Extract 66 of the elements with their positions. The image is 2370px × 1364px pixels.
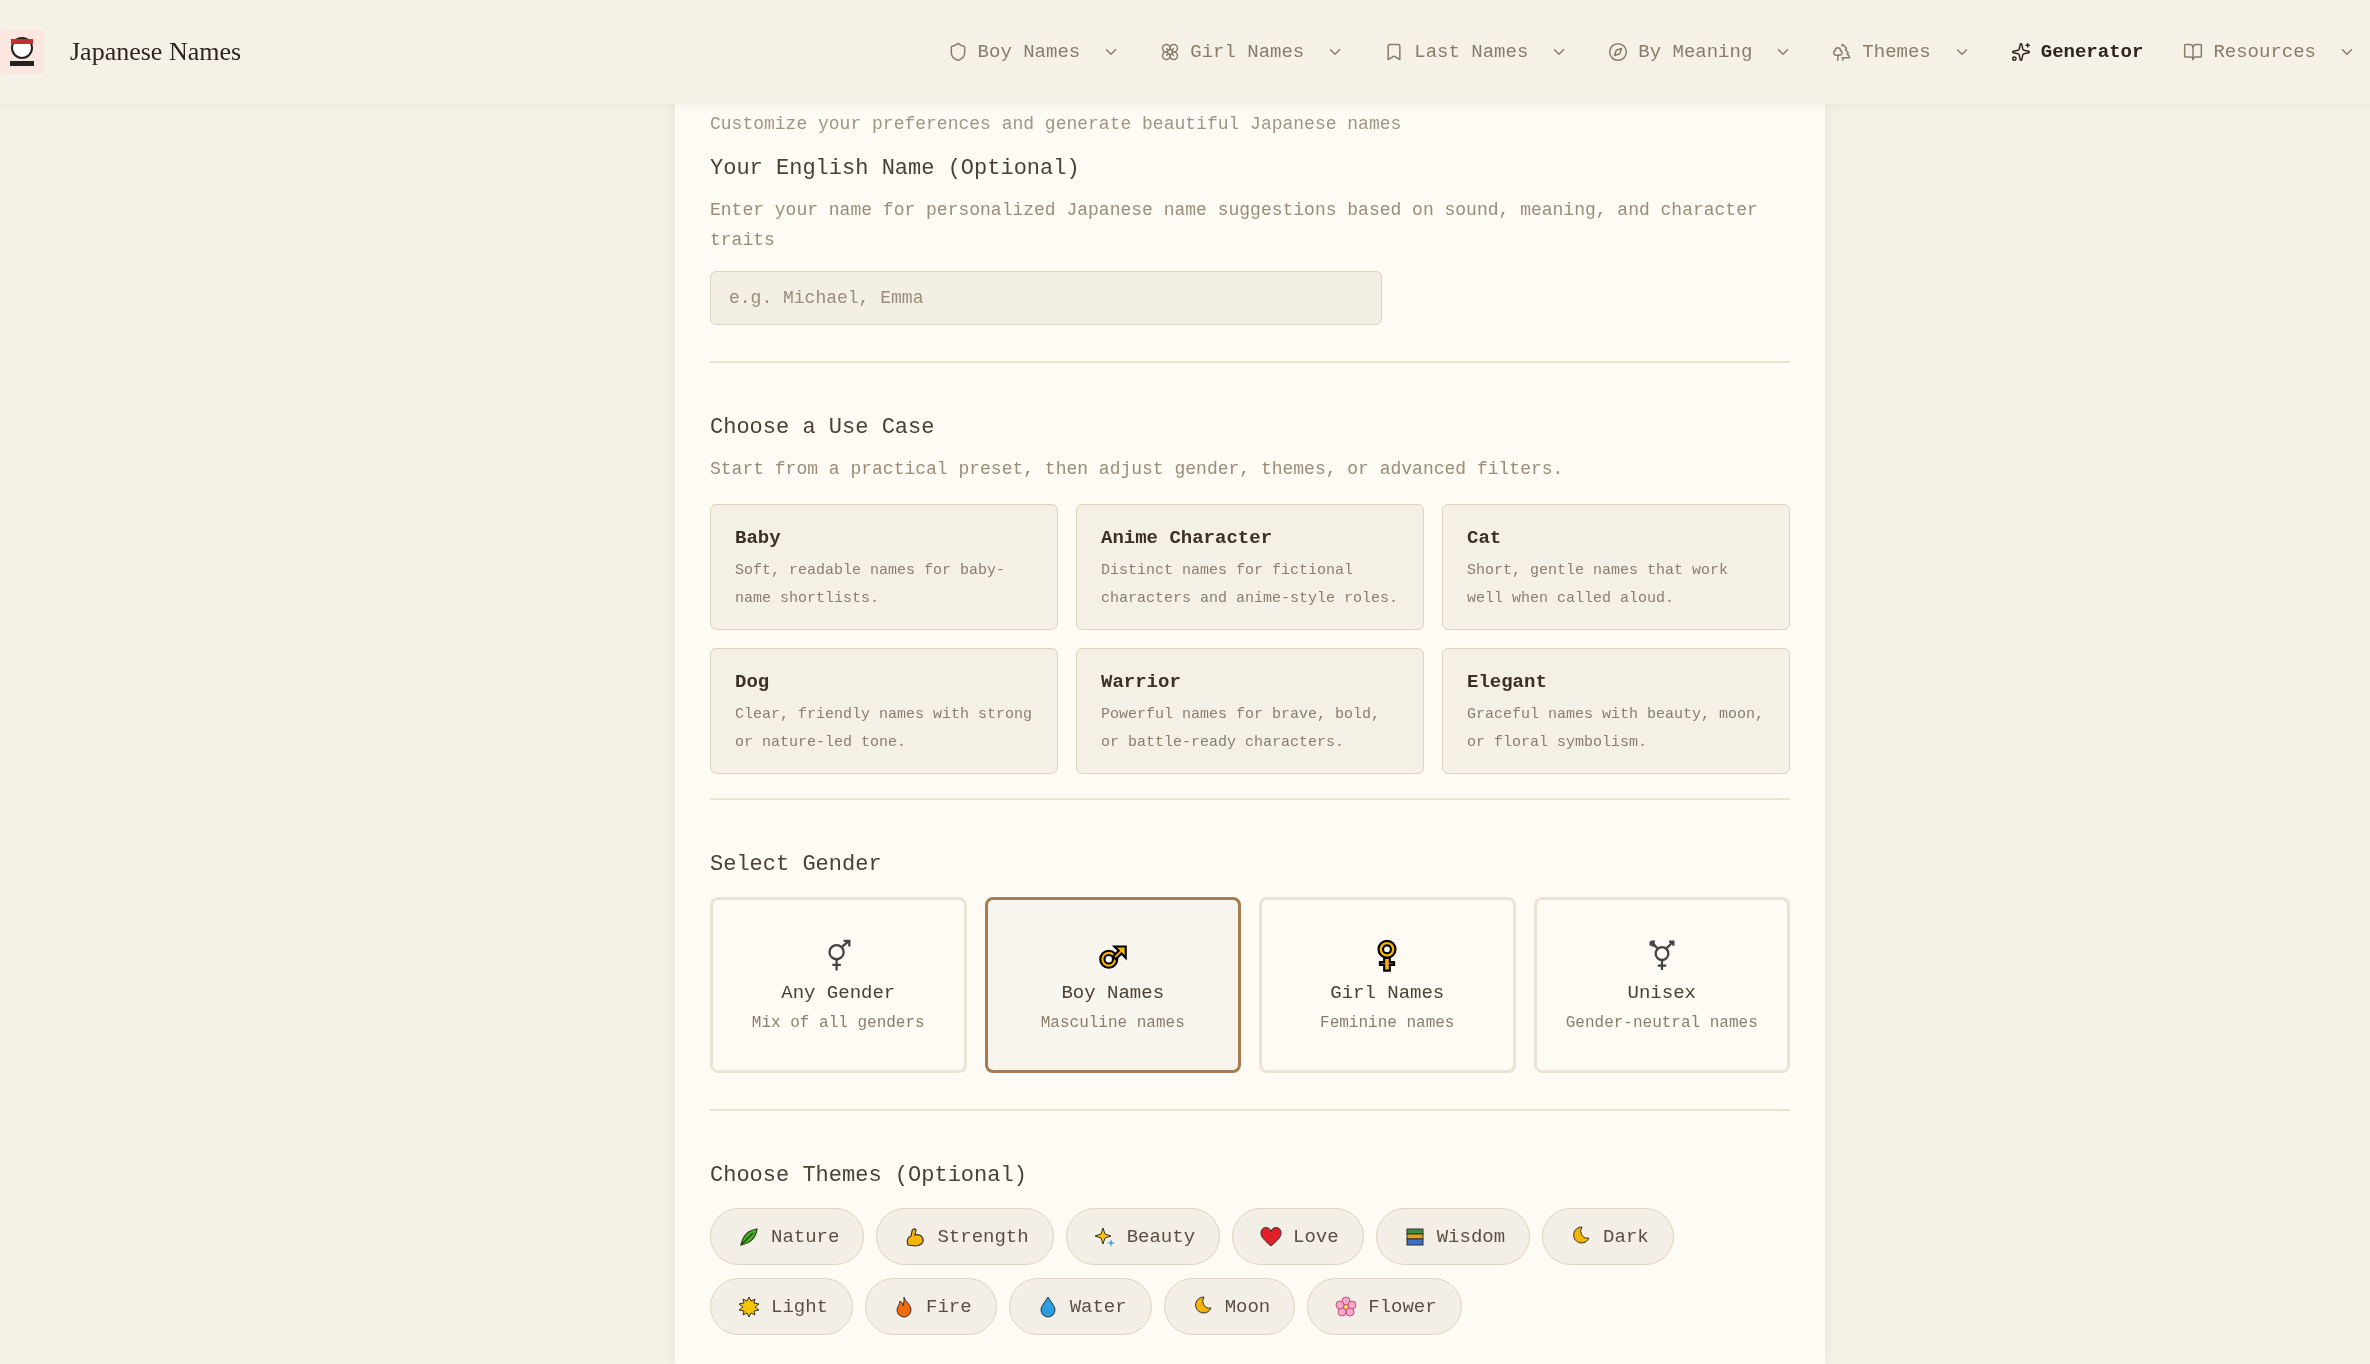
nav-link[interactable]: Generator xyxy=(2010,41,2144,63)
option-description: Mix of all genders xyxy=(751,1014,925,1032)
card-title: Dog xyxy=(735,671,771,693)
card-description: Short, gentle names that work well when called aloud. xyxy=(1467,561,1730,609)
card-title: Warrior xyxy=(1101,671,1182,693)
blossom-icon xyxy=(1334,1294,1359,1319)
theme-chip[interactable]: Light xyxy=(710,1278,853,1335)
theme-chip[interactable]: Beauty xyxy=(1065,1208,1221,1265)
nav-link[interactable]: Resources xyxy=(2183,41,2356,63)
use-case-card[interactable]: Baby Soft, readable names for baby-name shortlists. xyxy=(710,504,1058,630)
theme-chip[interactable]: Flower xyxy=(1307,1278,1462,1335)
section-title: Select Gender xyxy=(710,852,883,877)
card-title: Cat xyxy=(1467,527,1503,549)
gender-option[interactable]: Boy Names Masculine names xyxy=(984,897,1241,1073)
card-description: Graceful names with beauty, moon, or floral symbolism. xyxy=(1467,705,1765,753)
gender-option[interactable]: Girl Names Feminine names xyxy=(1259,897,1516,1073)
theme-chip[interactable]: Water xyxy=(1008,1278,1152,1335)
section-description: Start from a practical preset, then adjust gender, themes, or advanced filters. xyxy=(710,458,1565,481)
nav-link[interactable]: Themes xyxy=(1832,41,1971,63)
gender-option[interactable]: Any Gender Mix of all genders xyxy=(710,897,967,1073)
theme-chip[interactable]: Wisdom xyxy=(1375,1208,1531,1265)
option-description: Feminine names xyxy=(1320,1014,1455,1032)
card-description: Powerful names for brave, bold, or battle-ready characters. xyxy=(1101,705,1382,753)
option-description: Masculine names xyxy=(1040,1014,1185,1032)
theme-chip[interactable]: Nature xyxy=(710,1208,865,1265)
card-title: Anime Character xyxy=(1101,527,1274,549)
section-description: Enter your name for personalized Japanese name suggestions based on sound, meaning, and character traits xyxy=(710,199,1759,252)
nav-link[interactable]: Boy Names xyxy=(947,41,1121,63)
option-label: Any Gender xyxy=(781,982,896,1004)
book-icon xyxy=(2183,42,2204,62)
section-title: Your English Name (Optional) xyxy=(710,156,1081,181)
trees-icon xyxy=(1832,42,1853,62)
theme-chip[interactable]: Fire xyxy=(865,1278,997,1335)
flower-icon xyxy=(1160,42,1181,62)
theme-chip[interactable]: Strength xyxy=(876,1208,1054,1265)
card-title: Baby xyxy=(735,527,782,549)
heart-icon xyxy=(1259,1224,1284,1249)
card-description: Distinct names for fictional characters and anime-style roles. xyxy=(1101,561,1399,609)
section-title: Choose a Use Case xyxy=(710,415,936,440)
logo-icon[interactable] xyxy=(0,30,44,74)
option-label: Girl Names xyxy=(1330,982,1445,1004)
sparkles-icon xyxy=(2010,42,2031,62)
option-label: Unisex xyxy=(1627,982,1696,1004)
use-case-card[interactable]: Elegant Graceful names with beauty, moon, or floral symbolism. xyxy=(1442,648,1790,774)
nav-link[interactable]: Girl Names xyxy=(1160,41,1345,63)
option-label: Boy Names xyxy=(1061,982,1165,1004)
use-case-card[interactable]: Dog Clear, friendly names with strong or nature-led tone. xyxy=(710,648,1058,774)
section-title: Choose Themes (Optional) xyxy=(710,1163,1028,1188)
theme-chip[interactable]: Moon xyxy=(1163,1278,1296,1335)
brand-name[interactable]: Japanese Names xyxy=(70,37,242,67)
nav-link[interactable]: Last Names xyxy=(1384,41,1569,63)
theme-chip[interactable]: Love xyxy=(1232,1208,1364,1265)
option-description: Gender-neutral names xyxy=(1565,1014,1758,1032)
card-description: Clear, friendly names with strong or nature-led tone. xyxy=(735,705,1033,753)
compass-icon xyxy=(1608,42,1629,62)
sun-icon xyxy=(737,1294,761,1319)
gender-option[interactable]: Unisex Gender-neutral names xyxy=(1533,897,1790,1073)
card-description: Soft, readable names for baby-name shortlists. xyxy=(735,561,1007,609)
use-case-card[interactable]: Anime Character Distinct names for fictional characters and anime-style roles. xyxy=(1076,504,1424,630)
theme-chip[interactable]: Dark xyxy=(1542,1208,1674,1265)
use-case-card[interactable]: Warrior Powerful names for brave, bold, or battle-ready characters. xyxy=(1076,648,1424,774)
card-title: Elegant xyxy=(1467,671,1548,693)
nav-link[interactable]: By Meaning xyxy=(1608,41,1793,63)
name-input-field[interactable]: e.g. Michael, Emma xyxy=(710,271,1382,325)
use-case-card[interactable]: Cat Short, gentle names that work well when called aloud. xyxy=(1442,504,1790,630)
page-subtitle: Customize your preferences and generate beautiful Japanese names xyxy=(710,114,1403,134)
